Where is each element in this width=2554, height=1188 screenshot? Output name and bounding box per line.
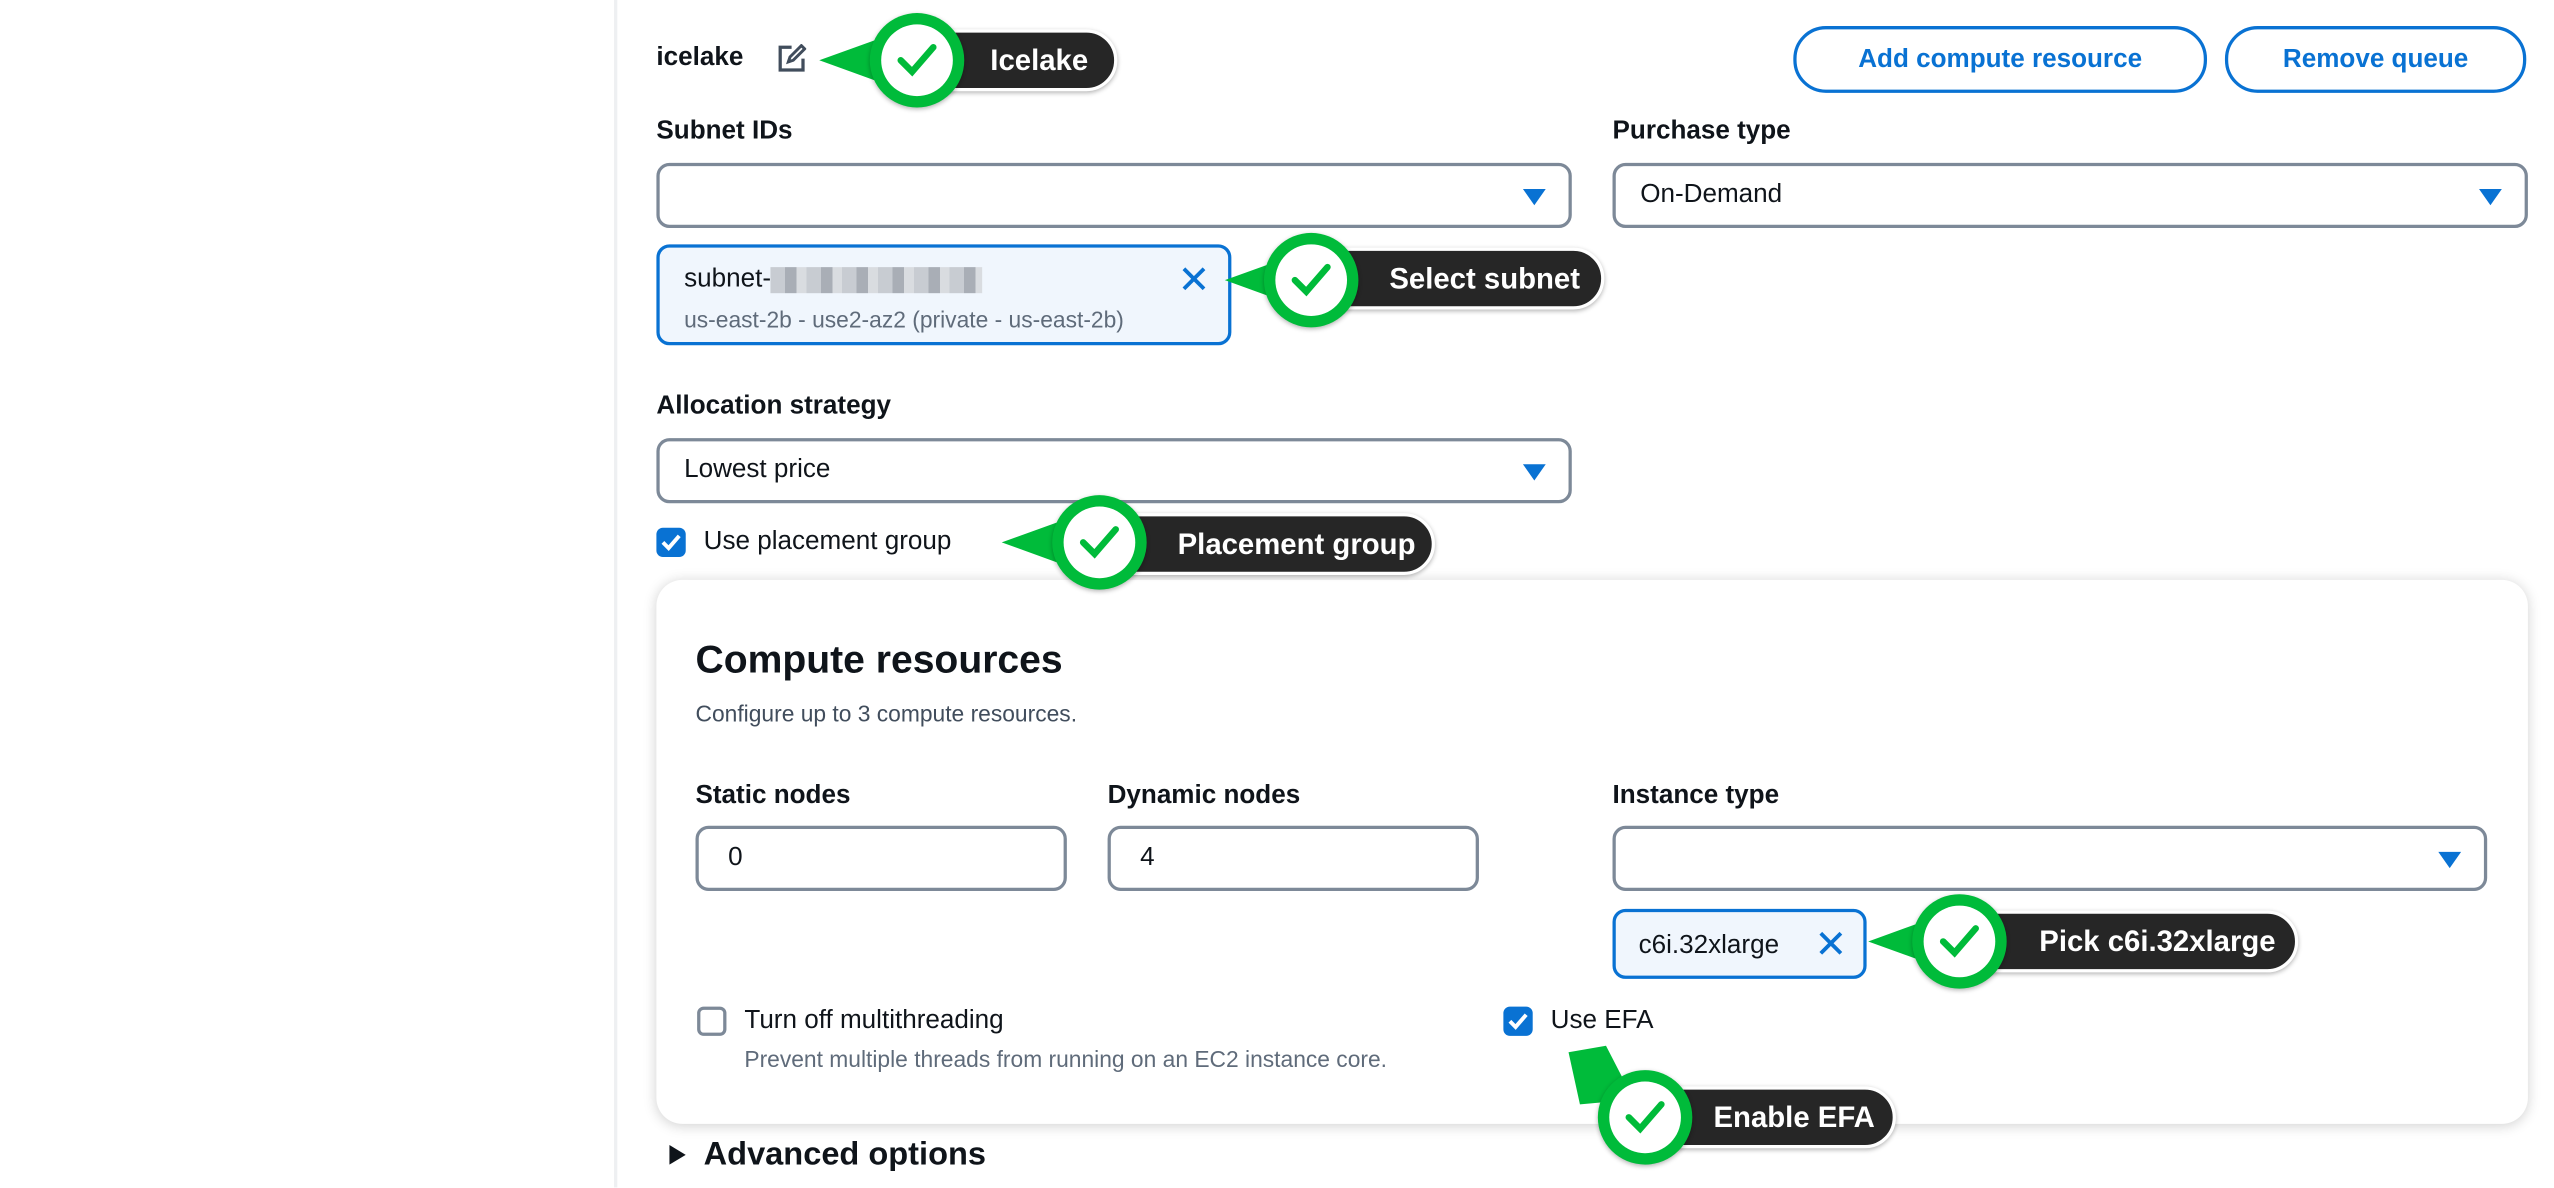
placement-group-label: Use placement group <box>703 527 952 556</box>
efa-label: Use EFA <box>1550 1006 1654 1035</box>
instance-type-token: c6i.32xlarge ✕ <box>1612 908 1867 979</box>
compute-resources-title: Compute resources <box>695 638 1063 683</box>
multithreading-checkbox[interactable] <box>697 1006 727 1036</box>
check-icon <box>1263 232 1359 328</box>
purchase-type-label: Purchase type <box>1612 117 1791 145</box>
compute-resources-description: Configure up to 3 compute resources. <box>695 700 1078 727</box>
placement-group-checkbox[interactable] <box>656 527 686 558</box>
advanced-options-toggle[interactable]: Advanced options <box>704 1137 986 1174</box>
purchase-type-value: On-Demand <box>1640 180 1783 209</box>
multithreading-description: Prevent multiple threads from running on… <box>744 1045 1387 1072</box>
add-compute-resource-button[interactable]: Add compute resource <box>1793 26 2208 93</box>
efa-checkbox[interactable] <box>1503 1006 1533 1036</box>
caret-right-icon[interactable] <box>669 1145 686 1165</box>
allocation-strategy-select[interactable]: Lowest price <box>656 438 1572 504</box>
allocation-strategy-label: Allocation strategy <box>656 392 892 421</box>
static-nodes-label: Static nodes <box>695 781 851 810</box>
remove-queue-button[interactable]: Remove queue <box>2224 26 2527 93</box>
subnet-ids-select[interactable] <box>656 162 1572 229</box>
caret-down-icon <box>1522 464 1546 481</box>
subnet-ids-label: Subnet IDs <box>656 117 793 145</box>
check-icon <box>869 13 965 108</box>
panel-divider <box>614 0 618 1188</box>
check-icon <box>1912 894 2007 989</box>
caret-down-icon <box>2438 851 2462 869</box>
check-icon <box>1052 495 1147 590</box>
edit-icon[interactable] <box>777 43 807 81</box>
dynamic-nodes-input[interactable]: 4 <box>1107 825 1479 891</box>
queue-name: icelake <box>656 43 744 72</box>
subnet-token: subnet- us-east-2b - use2-az2 (private -… <box>656 244 1232 346</box>
remove-token-icon[interactable]: ✕ <box>1178 261 1211 301</box>
instance-type-label: Instance type <box>1612 781 1780 810</box>
subnet-token-detail: us-east-2b - use2-az2 (private - us-east… <box>684 306 1124 333</box>
remove-token-icon[interactable]: ✕ <box>1814 926 1847 966</box>
static-nodes-input[interactable]: 0 <box>695 825 1067 891</box>
multithreading-label: Turn off multithreading <box>744 1006 1004 1035</box>
caret-down-icon <box>2479 188 2502 206</box>
instance-type-select[interactable] <box>1612 825 2488 891</box>
subnet-token-id: subnet- <box>684 265 772 294</box>
caret-down-icon <box>1522 188 1546 206</box>
redacted-subnet-id <box>771 266 983 293</box>
allocation-strategy-value: Lowest price <box>684 456 831 484</box>
check-icon <box>1597 1070 1693 1165</box>
instance-type-token-label: c6i.32xlarge <box>1638 931 1780 960</box>
dynamic-nodes-label: Dynamic nodes <box>1107 781 1301 810</box>
purchase-type-select[interactable]: On-Demand <box>1612 162 2528 229</box>
